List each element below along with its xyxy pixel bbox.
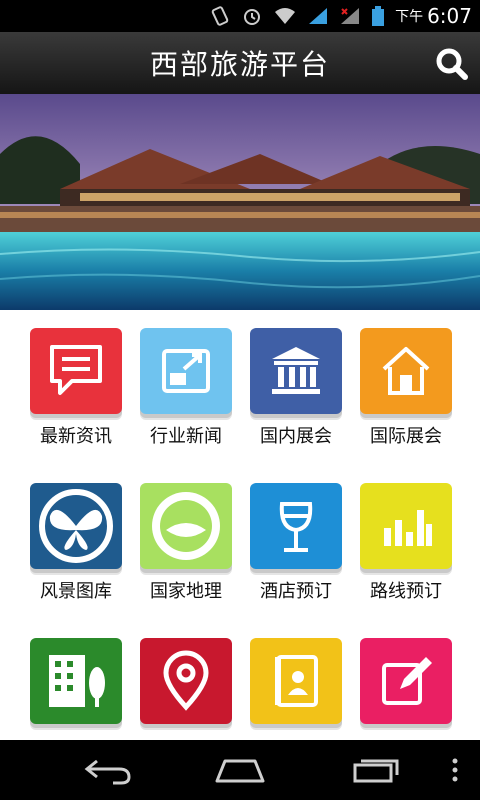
tile-domestic-expo[interactable]: 国内展会: [248, 310, 344, 447]
back-button[interactable]: [78, 750, 138, 790]
building-icon: [49, 655, 105, 707]
tile-icon-box: [30, 483, 122, 569]
battery-icon: [372, 6, 385, 26]
tile-hotel-booking[interactable]: 酒店预订: [248, 465, 344, 602]
butterfly-icon: [39, 489, 113, 563]
wifi-icon: [275, 8, 296, 24]
signal-icon: [341, 8, 360, 24]
tile-icon-box: [250, 638, 342, 724]
system-nav-bar: [0, 740, 480, 800]
tile-icon-box: [250, 328, 342, 414]
signal-icon: [309, 8, 328, 24]
tile-label: 酒店预订: [260, 581, 332, 602]
tile-icon-box: [30, 328, 122, 414]
menu-icon: [452, 758, 458, 782]
tile-buildings[interactable]: [28, 620, 124, 730]
wine-glass-icon: [279, 502, 313, 552]
page-title: 西部旅游平台: [149, 48, 330, 81]
tile-national-geography[interactable]: 国家地理: [138, 465, 234, 602]
tile-icon-box: [360, 328, 452, 414]
recent-apps-icon: [353, 759, 399, 783]
edit-icon: [382, 657, 432, 705]
tile-industry-news[interactable]: 行业新闻: [138, 310, 234, 447]
tile-icon-box: [30, 638, 122, 724]
tile-label: 风景图库: [40, 581, 112, 602]
tile-icon-box: [360, 638, 452, 724]
message-icon: [50, 345, 102, 395]
status-icons: [209, 5, 385, 27]
tile-latest-news[interactable]: 最新资讯: [28, 310, 124, 447]
tile-label: 国家地理: [150, 581, 222, 602]
tile-route-booking[interactable]: 路线预订: [358, 465, 454, 602]
tile-label: 路线预订: [370, 581, 442, 602]
tile-scenery-gallery[interactable]: 风景图库: [28, 465, 124, 602]
location-pin-icon: [163, 650, 209, 711]
tile-icon-box: [140, 638, 232, 724]
alarm-icon: [244, 9, 261, 25]
tile-international-expo[interactable]: 国际展会: [358, 310, 454, 447]
tile-label: 行业新闻: [150, 426, 222, 447]
expand-icon: [162, 349, 210, 393]
search-icon: [436, 48, 468, 80]
menu-button[interactable]: [440, 750, 470, 790]
home-button[interactable]: [210, 750, 270, 790]
tile-location[interactable]: [138, 620, 234, 730]
back-icon: [84, 759, 131, 785]
circle-icon: [152, 492, 220, 560]
contact-book-icon: [275, 655, 318, 707]
feature-grid: 最新资讯 行业新闻 国内展会 国际展会 风景图库 国家地理 酒店预订 路线预订: [0, 310, 480, 740]
status-bar: 下午 6:07: [0, 0, 480, 32]
tile-icon-box: [250, 483, 342, 569]
tile-icon-box: [360, 483, 452, 569]
tile-icon-box: [140, 328, 232, 414]
recent-apps-button[interactable]: [346, 750, 406, 790]
museum-icon: [272, 347, 320, 394]
tile-label: 国内展会: [260, 426, 332, 447]
vibrate-icon: [211, 6, 229, 26]
tile-label: 国际展会: [370, 426, 442, 447]
bar-chart-icon: [384, 510, 432, 546]
home-icon: [215, 759, 265, 783]
house-icon: [382, 347, 430, 395]
resort-illustration: [0, 94, 480, 310]
tile-edit[interactable]: [358, 620, 454, 730]
tile-contacts[interactable]: [248, 620, 344, 730]
clock: 6:07: [427, 4, 472, 28]
banner-image[interactable]: [0, 94, 480, 310]
tile-label: 最新资讯: [40, 426, 112, 447]
time-prefix: 下午: [395, 9, 424, 25]
tile-icon-box: [140, 483, 232, 569]
search-button[interactable]: [434, 46, 470, 82]
app-header: 西部旅游平台: [0, 32, 480, 95]
